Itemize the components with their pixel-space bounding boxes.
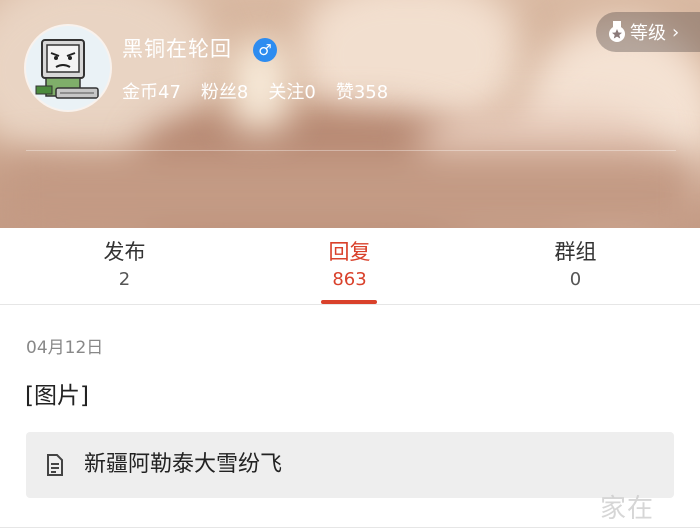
active-tab-indicator (321, 300, 377, 304)
tab-label: 群组 (554, 240, 597, 264)
stat-label: 金币 (122, 82, 158, 103)
linked-thread-title: 新疆阿勒泰大雪纷飞 (84, 452, 283, 477)
avatar-illustration-icon (26, 26, 110, 110)
stat-label: 赞 (335, 82, 354, 103)
stat-label: 关注 (268, 82, 305, 103)
tab-replies[interactable]: 回复 863 (233, 228, 466, 304)
male-gender-icon: ♂ (253, 38, 277, 62)
watermark: 家在 (600, 494, 655, 524)
post-text[interactable]: [图片] (25, 380, 89, 412)
user-stats: 金币 47 粉丝 8 关注 0 赞 358 (122, 80, 388, 106)
level-button[interactable]: 等级 › (596, 12, 700, 52)
tab-posts[interactable]: 发布 2 (8, 228, 241, 304)
stat-value: 47 (158, 82, 181, 103)
chevron-right-icon: › (672, 21, 680, 43)
stat-value: 358 (353, 82, 389, 103)
profile-tabs: 发布 2 回复 863 群组 0 (0, 228, 700, 305)
linked-thread-card[interactable]: 新疆阿勒泰大雪纷飞 (26, 432, 674, 498)
tab-label: 回复 (328, 240, 371, 264)
background-blur (0, 150, 700, 228)
stat-value: 0 (304, 82, 316, 103)
tab-count: 0 (569, 269, 582, 290)
header-divider (26, 150, 676, 151)
stat-coins[interactable]: 金币 47 (122, 80, 181, 106)
tab-groups[interactable]: 群组 0 (459, 228, 692, 304)
document-icon (47, 454, 63, 476)
stat-fans[interactable]: 粉丝 8 (201, 80, 248, 106)
tab-count: 863 (332, 269, 367, 290)
list-divider (0, 527, 700, 528)
medal-icon (609, 21, 625, 42)
stat-label: 粉丝 (200, 82, 237, 103)
level-label: 等级 (630, 23, 666, 44)
tab-count: 2 (118, 269, 131, 290)
stat-value: 8 (236, 82, 249, 103)
profile-page: 黑铜在轮回 ♂ 金币 47 粉丝 8 关注 0 赞 358 等级 › 发布 2 … (0, 0, 700, 532)
avatar[interactable] (26, 26, 110, 110)
stat-likes[interactable]: 赞 358 (336, 80, 388, 106)
profile-header: 黑铜在轮回 ♂ 金币 47 粉丝 8 关注 0 赞 358 等级 › (0, 0, 700, 228)
stat-following[interactable]: 关注 0 (268, 80, 315, 106)
post-date: 04月12日 (26, 338, 104, 358)
tab-label: 发布 (103, 240, 146, 264)
username: 黑铜在轮回 (122, 37, 232, 61)
